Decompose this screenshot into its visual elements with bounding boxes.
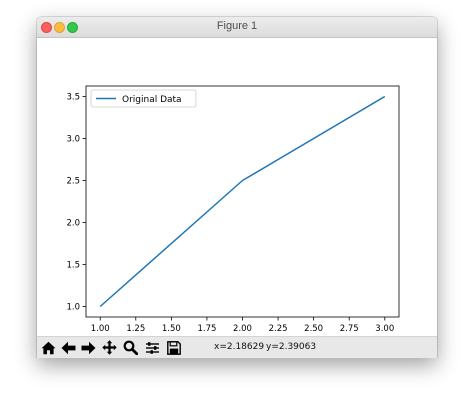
y-tick-label: 2.5 — [66, 177, 80, 187]
y-tick-label: 3.5 — [66, 93, 80, 103]
pan-move-icon — [101, 340, 117, 355]
y-tick-label: 1.0 — [66, 303, 80, 313]
y-tick-label: 2.0 — [66, 219, 80, 229]
home-icon — [41, 341, 55, 354]
legend-label: Original Data — [122, 95, 182, 105]
x-tick-label: 1.25 — [126, 324, 145, 334]
home-button[interactable] — [39, 339, 57, 356]
zoom-magnifier-icon — [123, 340, 138, 355]
forward-arrow-icon — [81, 341, 95, 354]
x-tick-label: 1.50 — [162, 324, 181, 334]
x-tick-label: 2.75 — [340, 324, 359, 334]
forward-button[interactable] — [79, 339, 97, 356]
save-button[interactable] — [165, 339, 183, 356]
y-tick-label: 3.0 — [66, 135, 80, 145]
configure-subplots-icon — [145, 341, 159, 354]
configure-subplots-button[interactable] — [143, 339, 161, 356]
navigation-toolbar: x=2.18629 y=2.39063 — [37, 336, 437, 358]
y-tick-label: 1.5 — [66, 261, 80, 271]
pan-button[interactable] — [100, 339, 118, 356]
zoom-button[interactable] — [121, 339, 139, 356]
x-coordinate-readout: x=2.18629 — [214, 342, 265, 352]
y-coordinate-readout: y=2.39063 — [266, 342, 317, 352]
series-line-0 — [99, 95, 386, 308]
back-button[interactable] — [59, 339, 77, 356]
figure-canvas[interactable]: 1.00 1.25 1.50 1.75 2.00 2.25 2.50 2.75 3.00 1.0 1… — [37, 38, 437, 336]
x-tick-label: 3.00 — [375, 324, 394, 334]
window-title: Figure 1 — [216, 20, 258, 32]
line-chart: 1.00 1.25 1.50 1.75 2.00 2.25 2.50 2.75 3.00 1.0 1… — [66, 85, 400, 334]
save-floppy-icon — [167, 340, 181, 355]
back-arrow-icon — [61, 341, 75, 354]
title-bar[interactable]: Figure 1 — [37, 17, 437, 38]
x-tick-label: 2.25 — [269, 324, 288, 334]
figure-window: Figure 1 1.00 1.25 1.50 1.75 2.00 2.25 2.50 2.7… — [37, 17, 437, 358]
x-tick-label: 2.00 — [233, 324, 252, 334]
x-tick-label: 2.50 — [304, 324, 323, 334]
x-tick-label: 1.00 — [91, 324, 110, 334]
x-tick-label: 1.75 — [197, 324, 216, 334]
axes-frame — [85, 85, 400, 318]
